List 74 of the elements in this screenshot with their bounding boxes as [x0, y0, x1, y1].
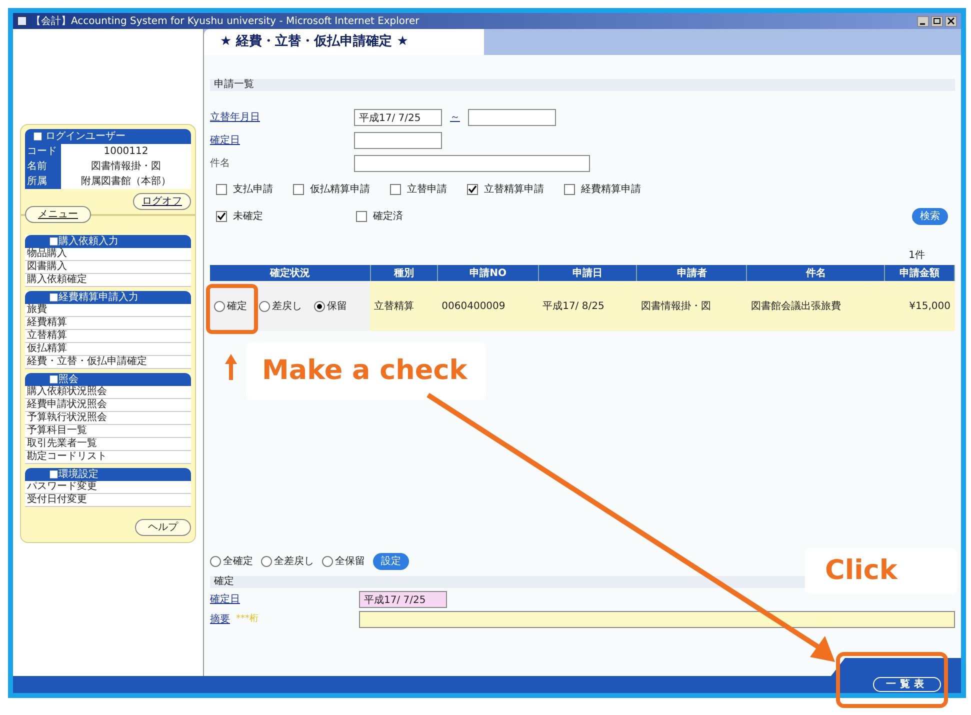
logoff-button[interactable]: ログオフ	[133, 193, 191, 210]
column-header: 確定状況	[210, 265, 370, 281]
column-header: 申請NO	[438, 265, 539, 281]
menu-item[interactable]: 旅費	[25, 304, 191, 317]
checkbox-label: 立替精算申請	[484, 182, 544, 197]
menu-group-title: ■購入依頼入力	[25, 235, 191, 248]
user-panel-title: ■ ログインユーザー	[25, 129, 191, 144]
table-cell: 図書館会議出張旅費	[746, 281, 885, 331]
radio-label: 全確定	[223, 554, 253, 569]
menu-group-title: ■環境設定	[25, 468, 191, 481]
menu-item[interactable]: 取引先業者一覧	[25, 438, 191, 451]
menu-item[interactable]: 仮払精算	[25, 343, 191, 356]
user-field-label: 所属	[25, 174, 61, 189]
callout: Make a check	[246, 342, 486, 400]
menu-item[interactable]: 物品購入	[25, 248, 191, 261]
menu-group-title: ■経費精算申請入力	[25, 291, 191, 304]
table-cell: ¥15,000	[884, 281, 954, 331]
field-label[interactable]: 摘要	[210, 612, 230, 627]
filter-label[interactable]: 立替年月日	[210, 112, 260, 124]
search-button[interactable]: 検索	[911, 207, 949, 226]
column-header: 申請者	[636, 265, 747, 281]
date-field[interactable]: 平成17/ 7/25	[359, 591, 447, 608]
result-count: 1件	[908, 249, 925, 263]
user-field-label: 名前	[25, 159, 61, 174]
filter-label[interactable]: 確定日	[210, 135, 240, 146]
table-cell: 平成17/ 8/25	[538, 281, 637, 331]
user-field-label: コード	[25, 144, 61, 159]
user-field-value: 附属図書館（本部）	[80, 174, 172, 189]
menu-item[interactable]: 勘定コードリスト	[25, 451, 191, 464]
callout: Click	[805, 548, 957, 594]
checkbox-label: 確定済	[373, 210, 403, 224]
window-title: 【会計】Accounting System for Kyushu university - Microsoft Internet Explorer	[31, 14, 420, 28]
menu-item[interactable]: 経費申請状況照会	[25, 399, 191, 412]
table-cell: 0060400009	[438, 281, 539, 331]
filter-field[interactable]: 平成17/ 7/25	[354, 109, 442, 126]
checkbox-label: 仮払精算申請	[310, 182, 370, 197]
menu-item[interactable]: 経費精算	[25, 317, 191, 330]
help-button[interactable]: ヘルプ	[135, 519, 191, 536]
user-field-value: 1000112	[102, 145, 150, 159]
radio-label: 差戻し	[272, 300, 302, 314]
column-header: 件名	[746, 265, 885, 281]
menu-item[interactable]: 図書購入	[25, 261, 191, 274]
page-title: ★ 経費・立替・仮払申請確定 ★	[204, 29, 484, 55]
menu-item[interactable]: 予算執行状況照会	[25, 412, 191, 425]
menu-item[interactable]: 経費・立替・仮払申請確定	[25, 356, 191, 369]
column-header: 種別	[370, 265, 438, 281]
menu-item[interactable]: 予算科目一覧	[25, 425, 191, 438]
radio-label: 全差戻し	[274, 554, 314, 569]
column-header: 申請日	[538, 265, 637, 281]
radio-label: 確定	[227, 300, 247, 314]
table-cell: 図書情報掛・図	[636, 281, 747, 331]
field-label[interactable]: 確定日	[210, 592, 240, 607]
menu-button[interactable]: メニュー	[25, 206, 91, 223]
checkbox-label: 立替申請	[407, 182, 447, 197]
radio-label: 保留	[327, 300, 347, 314]
menu-item[interactable]: 購入依頼状況照会	[25, 386, 191, 399]
user-field-value: 図書情報掛・図	[90, 160, 162, 174]
menu-item[interactable]: 購入依頼確定	[25, 274, 191, 287]
checkbox-label: 未確定	[233, 210, 263, 224]
filter-label: 件名	[210, 158, 230, 170]
table-cell: 立替精算	[370, 281, 438, 331]
range-separator: ～	[450, 111, 460, 125]
checkbox-label: 支払申請	[233, 182, 273, 197]
set-button[interactable]: 設定	[373, 553, 409, 570]
menu-item[interactable]: パスワード変更	[25, 481, 191, 494]
checkbox-label: 経費精算申請	[581, 182, 641, 197]
menu-item[interactable]: 立替精算	[25, 330, 191, 343]
list-button[interactable]: 一覧表	[873, 677, 941, 692]
menu-group-title: ■照会	[25, 373, 191, 386]
section-header: 申請一覧	[210, 79, 955, 91]
menu-item[interactable]: 受付日付変更	[25, 494, 191, 507]
radio-label: 全保留	[335, 555, 365, 569]
column-header: 申請金額	[884, 265, 954, 281]
field-note: ***桁	[236, 612, 258, 626]
